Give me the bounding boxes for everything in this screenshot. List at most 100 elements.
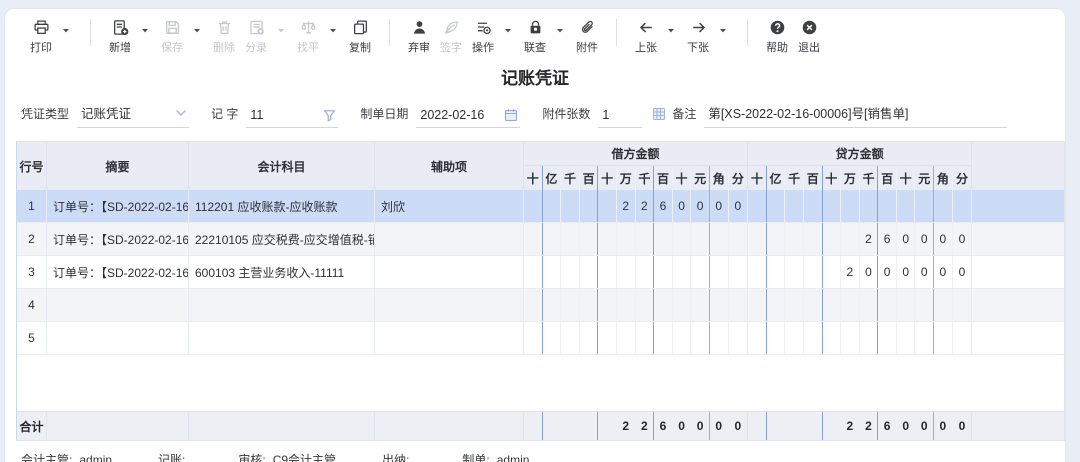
- delete-button[interactable]: 删除: [210, 19, 238, 55]
- digit-cell[interactable]: [561, 412, 580, 440]
- account-cell[interactable]: 112201 应收账款-应收账款: [189, 190, 375, 222]
- digit-cell[interactable]: [654, 256, 673, 288]
- row-number-cell[interactable]: 5: [17, 322, 47, 354]
- digit-cell[interactable]: [785, 289, 804, 321]
- entry-button[interactable]: 分录: [242, 19, 270, 55]
- word-no-input[interactable]: 11: [246, 108, 338, 128]
- digit-cell[interactable]: [636, 223, 655, 255]
- digit-cell[interactable]: [710, 256, 729, 288]
- auxiliary-cell[interactable]: [375, 322, 524, 354]
- digit-cell[interactable]: [617, 256, 636, 288]
- digit-cell[interactable]: 0: [897, 256, 916, 288]
- digit-cell[interactable]: [691, 322, 710, 354]
- digit-cell[interactable]: [598, 190, 617, 222]
- digit-cell[interactable]: [598, 322, 617, 354]
- digit-cell[interactable]: [543, 223, 562, 255]
- digit-cell[interactable]: [748, 322, 767, 354]
- digit-cell[interactable]: 0: [691, 190, 710, 222]
- digit-cell[interactable]: 2: [636, 412, 655, 440]
- digit-cell[interactable]: [767, 223, 786, 255]
- digit-cell[interactable]: 6: [654, 412, 673, 440]
- digit-cell[interactable]: [524, 190, 543, 222]
- digit-cell[interactable]: [953, 289, 972, 321]
- digit-cell[interactable]: 0: [729, 412, 748, 440]
- digit-cell[interactable]: [785, 322, 804, 354]
- digit-cell[interactable]: [524, 322, 543, 354]
- digit-cell[interactable]: [654, 289, 673, 321]
- digit-cell[interactable]: [636, 322, 655, 354]
- digit-cell[interactable]: [710, 289, 729, 321]
- previous-voucher-button[interactable]: 上张: [632, 19, 660, 55]
- digit-cell[interactable]: [729, 289, 748, 321]
- voucher-row[interactable]: 5: [17, 322, 1064, 355]
- digit-cell[interactable]: [804, 289, 823, 321]
- digit-cell[interactable]: [860, 190, 879, 222]
- summary-cell[interactable]: 订单号：【SD-2022-02-16-00003...: [47, 190, 189, 222]
- digit-cell[interactable]: [561, 223, 580, 255]
- digit-cell[interactable]: [767, 190, 786, 222]
- digit-cell[interactable]: [785, 256, 804, 288]
- digit-cell[interactable]: [841, 223, 860, 255]
- digit-cell[interactable]: [823, 322, 842, 354]
- digit-cell[interactable]: [953, 322, 972, 354]
- save-button[interactable]: 保存: [158, 19, 186, 55]
- digit-cell[interactable]: 0: [673, 412, 692, 440]
- digit-cell[interactable]: 0: [915, 256, 934, 288]
- row-number-cell[interactable]: 3: [17, 256, 47, 288]
- digit-cell[interactable]: [748, 223, 767, 255]
- digit-cell[interactable]: [934, 190, 953, 222]
- digit-cell[interactable]: [748, 289, 767, 321]
- balance-caret-icon[interactable]: [329, 28, 337, 34]
- digit-cell[interactable]: [710, 322, 729, 354]
- auxiliary-cell[interactable]: [375, 256, 524, 288]
- digit-cell[interactable]: 6: [878, 412, 897, 440]
- digit-cell[interactable]: [878, 190, 897, 222]
- auxiliary-cell[interactable]: [375, 289, 524, 321]
- digit-cell[interactable]: 0: [878, 256, 897, 288]
- new-button[interactable]: 新增: [106, 19, 134, 55]
- auxiliary-cell[interactable]: 刘欣: [375, 190, 524, 222]
- account-cell[interactable]: [189, 322, 375, 354]
- digit-cell[interactable]: [543, 322, 562, 354]
- digit-cell[interactable]: [823, 289, 842, 321]
- digit-cell[interactable]: [673, 256, 692, 288]
- next-caret-icon[interactable]: [719, 28, 727, 34]
- digit-cell[interactable]: [767, 412, 786, 440]
- digit-cell[interactable]: 0: [934, 412, 953, 440]
- digit-cell[interactable]: [543, 256, 562, 288]
- digit-cell[interactable]: [860, 322, 879, 354]
- digit-cell[interactable]: 0: [915, 412, 934, 440]
- digit-cell[interactable]: 0: [953, 412, 972, 440]
- digit-cell[interactable]: [561, 289, 580, 321]
- digit-cell[interactable]: 2: [860, 412, 879, 440]
- digit-cell[interactable]: 0: [953, 256, 972, 288]
- digit-cell[interactable]: [580, 289, 599, 321]
- digit-cell[interactable]: [524, 223, 543, 255]
- digit-cell[interactable]: [804, 322, 823, 354]
- balance-button[interactable]: 找平: [294, 19, 322, 55]
- digit-cell[interactable]: [729, 223, 748, 255]
- link-query-button[interactable]: 联查: [521, 19, 549, 55]
- print-button[interactable]: 打印: [27, 19, 55, 55]
- digit-cell[interactable]: [543, 412, 562, 440]
- digit-cell[interactable]: [636, 256, 655, 288]
- remark-input[interactable]: 第[XS-2022-02-16-00006]号[销售单]: [704, 103, 1007, 128]
- entry-caret-icon[interactable]: [277, 28, 285, 34]
- digit-cell[interactable]: [580, 223, 599, 255]
- digit-cell[interactable]: [934, 322, 953, 354]
- digit-cell[interactable]: [915, 322, 934, 354]
- digit-cell[interactable]: 2: [617, 412, 636, 440]
- digit-cell[interactable]: 0: [860, 256, 879, 288]
- auxiliary-cell[interactable]: [375, 223, 524, 255]
- digit-cell[interactable]: [748, 412, 767, 440]
- digit-cell[interactable]: [617, 322, 636, 354]
- filter-funnel-icon[interactable]: [317, 109, 336, 122]
- digit-cell[interactable]: [580, 322, 599, 354]
- row-number-cell[interactable]: 4: [17, 289, 47, 321]
- digit-cell[interactable]: 0: [897, 223, 916, 255]
- digit-cell[interactable]: 0: [897, 412, 916, 440]
- digit-cell[interactable]: 2: [860, 223, 879, 255]
- previous-caret-icon[interactable]: [667, 28, 675, 34]
- digit-cell[interactable]: [673, 289, 692, 321]
- digit-cell[interactable]: [654, 223, 673, 255]
